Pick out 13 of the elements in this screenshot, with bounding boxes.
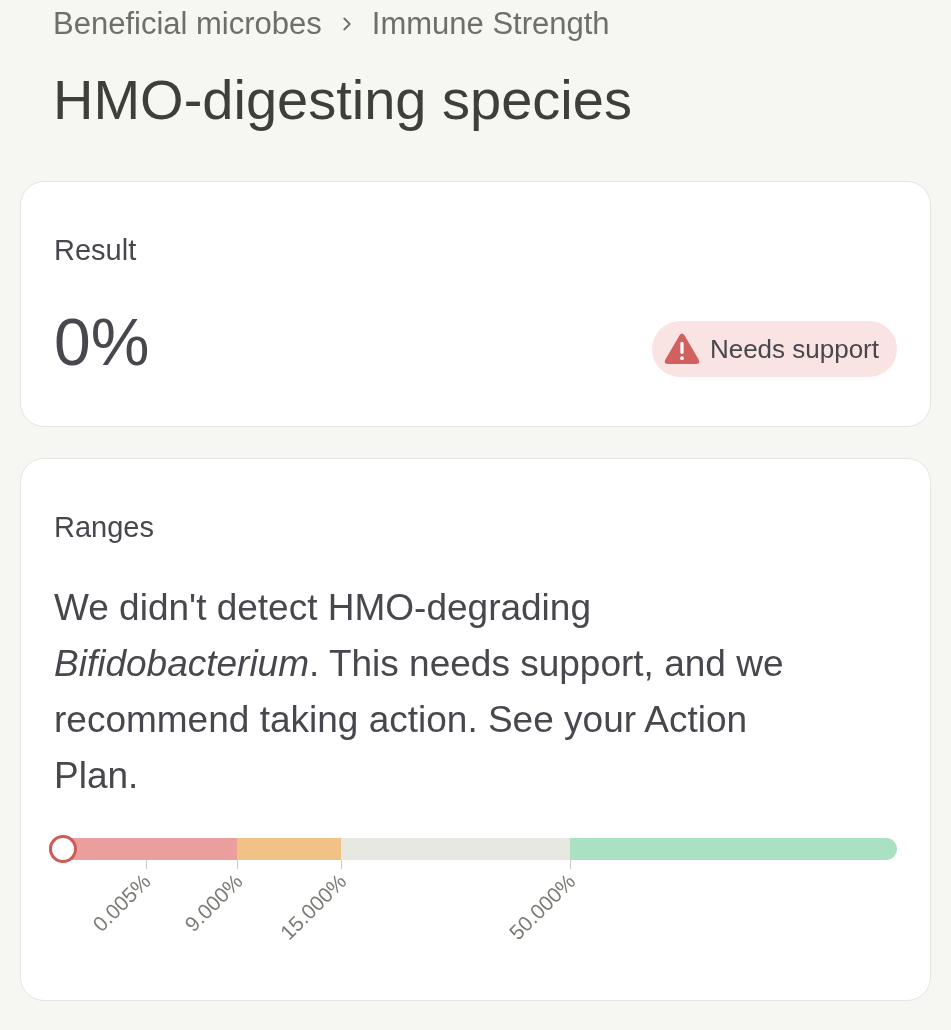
breadcrumb-link[interactable]: Beneficial microbes [53,6,322,42]
tick-mark [237,860,239,869]
breadcrumb-current: Immune Strength [371,6,610,42]
range-description: We didn't detect HMO-degrading Bifidobacterium. This needs support, and we recommend taking action. See your Action Plan. [54,586,785,798]
card-label: Ranges [54,510,154,545]
tick-mark [340,860,342,869]
tick-mark [145,860,147,869]
card-label: Result [54,233,137,268]
status-label: Needs support [709,334,879,364]
warning-icon [663,333,700,365]
page-title: HMO-digesting species [53,70,632,130]
result-value: 0% [54,306,150,378]
tick-mark [569,860,571,869]
